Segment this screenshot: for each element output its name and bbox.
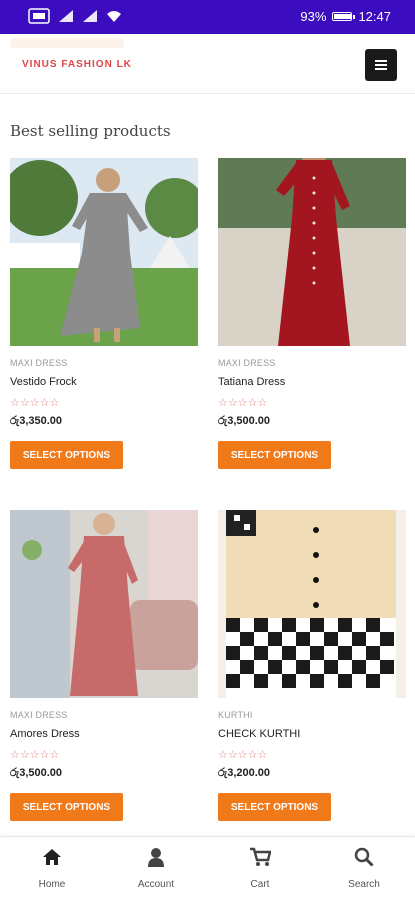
nav-account[interactable]: Account xyxy=(116,847,196,890)
product-category[interactable]: KURTHI xyxy=(218,710,253,720)
sim-icon xyxy=(28,8,50,24)
nav-home-label: Home xyxy=(38,879,66,890)
product-image[interactable] xyxy=(218,510,406,698)
section-title: Best selling products xyxy=(10,122,171,140)
product-image[interactable] xyxy=(10,158,198,346)
product-price: රු3,350.00 xyxy=(10,415,63,427)
logo-banner xyxy=(10,38,124,48)
product-price: රු3,500.00 xyxy=(218,415,271,427)
search-icon xyxy=(324,847,404,869)
battery-percent: 93% xyxy=(300,9,327,24)
product-card[interactable]: KURTHI CHECK KURTHI ☆☆☆☆☆ රු3,200.00 SEL… xyxy=(218,510,406,821)
product-image[interactable] xyxy=(10,510,198,698)
account-icon xyxy=(116,847,196,869)
product-card[interactable]: MAXI DRESS Tatiana Dress ☆☆☆☆☆ රු3,500.0… xyxy=(218,158,406,469)
product-category[interactable]: MAXI DRESS xyxy=(10,710,68,720)
select-options-button[interactable]: SELECT OPTIONS xyxy=(218,793,331,821)
select-options-button[interactable]: SELECT OPTIONS xyxy=(218,441,331,469)
nav-search[interactable]: Search xyxy=(324,847,404,890)
bottom-navigation: Home Account Cart Search xyxy=(0,836,415,900)
product-rating: ☆☆☆☆☆ xyxy=(218,749,268,761)
product-category[interactable]: MAXI DRESS xyxy=(218,358,276,368)
battery-icon xyxy=(332,12,356,21)
menu-button[interactable] xyxy=(365,49,397,81)
status-icons-right: 93% 12:47 xyxy=(300,9,391,24)
signal-icon-2 xyxy=(83,10,97,22)
select-options-button[interactable]: SELECT OPTIONS xyxy=(10,441,123,469)
signal-icon xyxy=(59,10,73,22)
product-image[interactable] xyxy=(218,158,406,346)
product-rating: ☆☆☆☆☆ xyxy=(218,397,268,409)
status-icons-left xyxy=(28,7,122,25)
product-price: රු3,500.00 xyxy=(10,767,63,779)
product-price: රු3,200.00 xyxy=(218,767,271,779)
nav-cart[interactable]: Cart xyxy=(220,847,300,890)
product-card[interactable]: MAXI DRESS Amores Dress ☆☆☆☆☆ රු3,500.00… xyxy=(10,510,198,821)
product-rating: ☆☆☆☆☆ xyxy=(10,749,60,761)
product-name[interactable]: Tatiana Dress xyxy=(218,376,285,388)
status-bar: 93% 12:47 xyxy=(0,0,415,34)
product-rating: ☆☆☆☆☆ xyxy=(10,397,60,409)
wifi-icon xyxy=(107,11,121,22)
cart-icon xyxy=(220,847,300,869)
clock: 12:47 xyxy=(358,9,391,24)
nav-cart-label: Cart xyxy=(250,879,270,890)
nav-home[interactable]: Home xyxy=(12,847,92,890)
product-category[interactable]: MAXI DRESS xyxy=(10,358,68,368)
product-card[interactable]: MAXI DRESS Vestido Frock ☆☆☆☆☆ රු3,350.0… xyxy=(10,158,198,469)
nav-search-label: Search xyxy=(348,879,380,890)
product-name[interactable]: CHECK KURTHI xyxy=(218,728,300,740)
hamburger-icon xyxy=(375,60,387,70)
site-logo[interactable]: VINUS FASHION LK xyxy=(22,59,132,70)
product-name[interactable]: Vestido Frock xyxy=(10,376,77,388)
product-name[interactable]: Amores Dress xyxy=(10,728,80,740)
home-icon xyxy=(12,847,92,869)
nav-account-label: Account xyxy=(137,879,175,890)
select-options-button[interactable]: SELECT OPTIONS xyxy=(10,793,123,821)
